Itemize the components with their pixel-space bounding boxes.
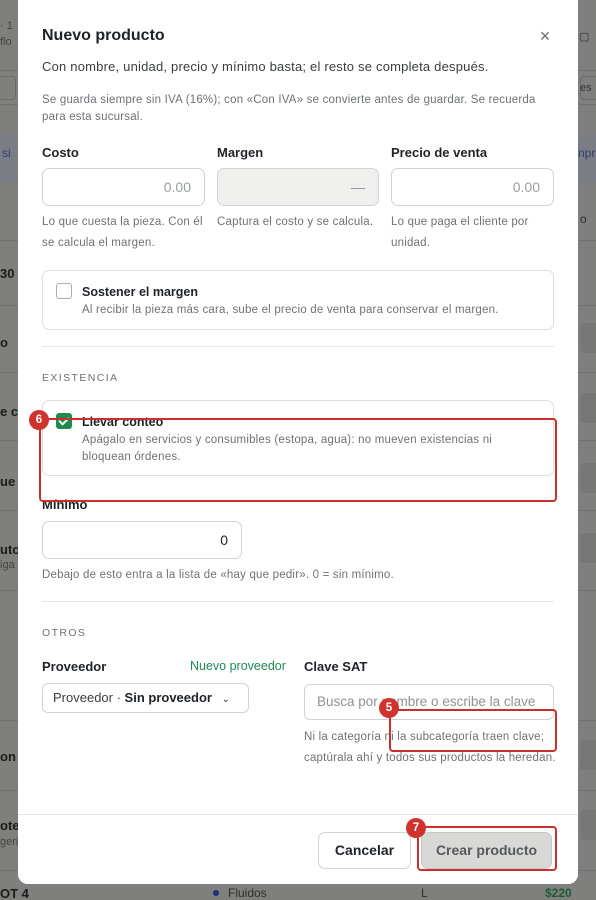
bg-fragment: o: [0, 335, 8, 350]
bg-chip: [580, 393, 596, 423]
section-divider: [42, 601, 554, 602]
bg-chip: [0, 76, 16, 100]
margin-input: —: [217, 168, 379, 206]
bg-chip: [580, 463, 596, 493]
section-divider: [42, 346, 554, 347]
bg-fragment: 30: [0, 266, 15, 281]
annotation-badge-7: 7: [406, 818, 426, 838]
bg-fragment: e c: [0, 404, 19, 419]
annotation-badge-5: 5: [379, 698, 399, 718]
bg-fragment: iga: [0, 559, 15, 571]
sat-key-label: Clave SAT: [304, 659, 368, 674]
bg-fragment: · 1: [0, 20, 13, 32]
supplier-prefix: Proveedor ·: [53, 690, 121, 705]
bg-fragment: si: [2, 146, 11, 160]
price-input[interactable]: 0.00: [391, 168, 554, 206]
margin-label: Margen: [217, 145, 264, 160]
others-section-heading: OTROS: [42, 627, 87, 639]
cost-label: Costo: [42, 145, 79, 160]
keep-margin-card[interactable]: Sostener el margen Al recibir la pieza m…: [42, 270, 554, 330]
bg-fragment: OT 4: [0, 886, 29, 900]
bg-chip: [580, 740, 596, 770]
keep-margin-desc: Al recibir la pieza más cara, sube el pr…: [82, 304, 499, 316]
cost-input[interactable]: 0.00: [42, 168, 205, 206]
keep-margin-title: Sostener el margen: [82, 285, 199, 299]
bg-fragment: on: [0, 749, 16, 764]
bg-fragment: o: [580, 212, 587, 226]
annotation-highlight-7: [417, 826, 557, 871]
bg-fragment: geri: [0, 836, 19, 848]
bg-chip: [580, 323, 596, 353]
minimum-input[interactable]: 0: [42, 521, 242, 559]
bg-fragment: ote: [0, 818, 20, 833]
bg-fragment: ue: [0, 474, 16, 489]
bg-fragment: es: [580, 82, 592, 94]
supplier-label: Proveedor: [42, 659, 107, 674]
bg-chip: [580, 533, 596, 563]
close-icon[interactable]: ×: [536, 27, 554, 45]
supplier-value: Sin proveedor: [124, 690, 212, 705]
bg-fragment: npre: [578, 146, 596, 160]
cost-help: Lo que cuesta la pieza. Con él se calcul…: [42, 216, 203, 249]
bg-fragment: ▢: [579, 31, 590, 43]
keep-margin-checkbox[interactable]: [56, 283, 72, 299]
annotation-highlight-5: [389, 709, 557, 752]
supplier-select[interactable]: Proveedor · Sin proveedor ⌄: [42, 683, 249, 713]
bg-chip: [580, 810, 596, 840]
new-supplier-link[interactable]: Nuevo proveedor: [190, 659, 286, 673]
annotation-highlight-6: [39, 418, 557, 502]
minimum-help: Debajo de esto entra a la lista de «hay …: [42, 569, 394, 581]
annotation-badge-6: 6: [29, 410, 49, 430]
bg-fragment: L: [421, 886, 428, 900]
dialog-title: Nuevo producto: [42, 27, 165, 44]
dialog-subtitle: Con nombre, unidad, precio y mínimo bast…: [42, 59, 489, 74]
chevron-down-icon: ⌄: [221, 694, 230, 705]
price-label: Precio de venta: [391, 145, 488, 160]
bg-fragment: Fluidos: [228, 886, 267, 900]
price-help: Lo que paga el cliente por unidad.: [391, 216, 529, 249]
bg-fragment: $220: [545, 886, 572, 900]
bg-fragment: flo: [0, 36, 12, 48]
margin-help: Captura el costo y se calcula.: [217, 216, 374, 228]
cancel-button[interactable]: Cancelar: [318, 832, 411, 869]
bg-category-dot: [213, 890, 219, 896]
tax-note: Se guarda siempre sin IVA (16%); con «Co…: [42, 94, 536, 123]
stock-section-heading: EXISTENCIA: [42, 372, 119, 384]
